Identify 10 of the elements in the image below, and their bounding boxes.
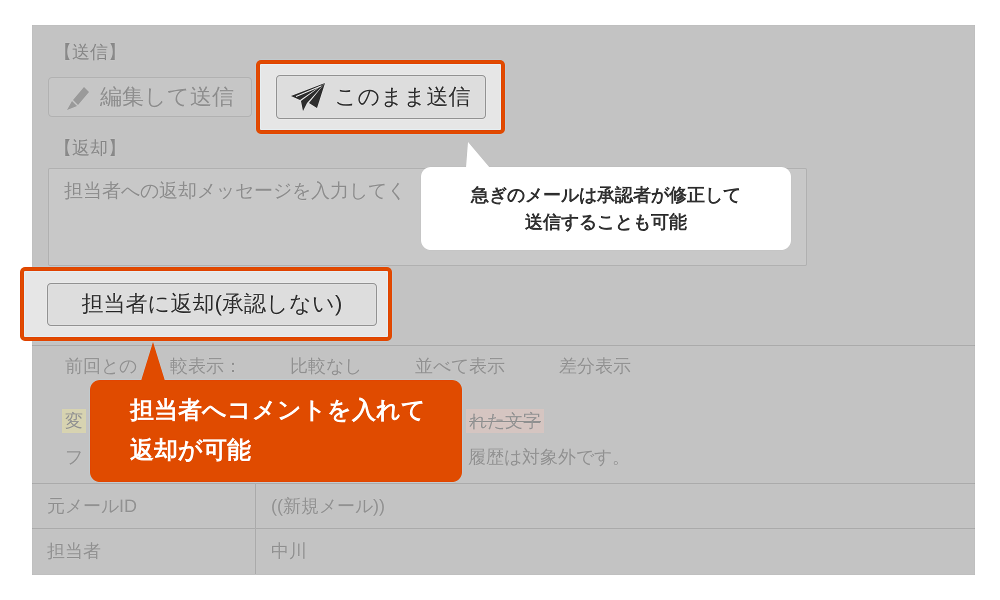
- send-button[interactable]: このまま送信: [276, 75, 486, 119]
- pencil-icon: [66, 84, 90, 110]
- paper-plane-icon: [290, 83, 324, 111]
- section-heading: 【返却】: [53, 137, 126, 160]
- return-button[interactable]: 担当者に返却(承認しない): [47, 282, 377, 326]
- tooltip-text: 急ぎのメールは承認者が修正して 送信することも可能: [471, 184, 741, 234]
- struck-text-sample: れた文字: [466, 409, 544, 433]
- tooltip-text: 担当者へコメントを入れて 返却が可能: [130, 396, 427, 466]
- highlighted-text-sample: 変: [62, 409, 86, 433]
- section-heading: 【送信】: [53, 41, 126, 64]
